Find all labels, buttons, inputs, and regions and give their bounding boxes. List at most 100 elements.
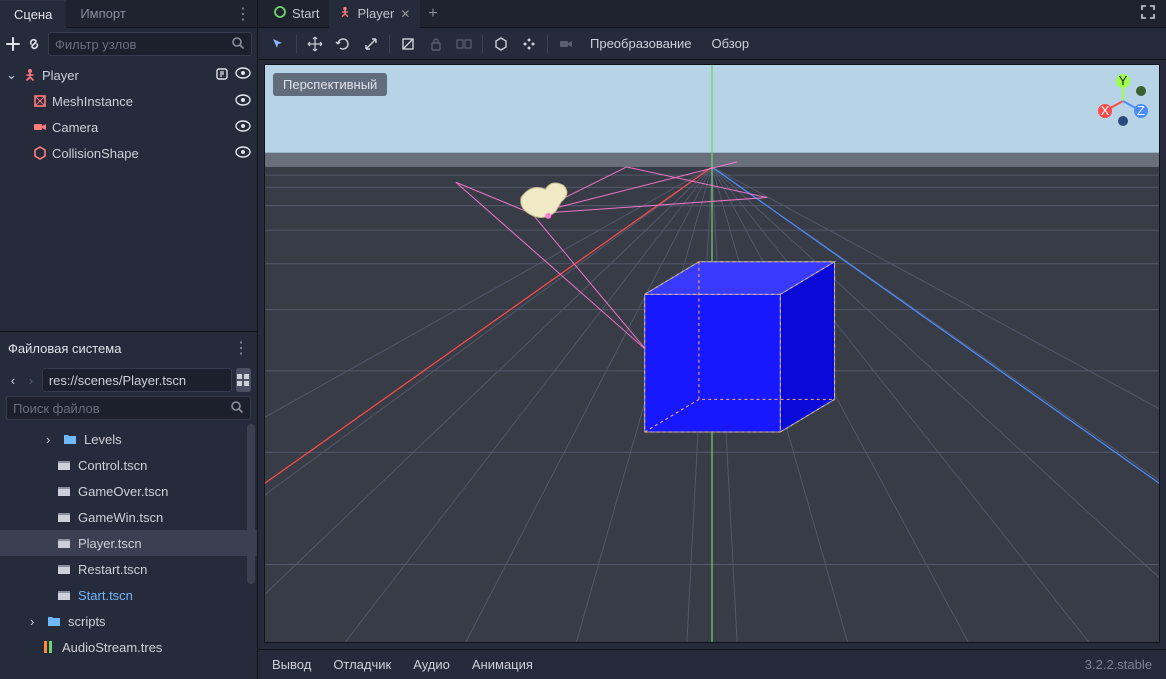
viewport-3d[interactable]: Перспективный X Y Z — [264, 64, 1160, 643]
kinematicbody-icon — [339, 6, 351, 21]
version-label: 3.2.2.stable — [1085, 657, 1152, 672]
lock-button[interactable] — [422, 32, 450, 56]
svg-text:X: X — [1101, 103, 1110, 118]
scene-tabs-bar: Start Player ✕ + — [258, 0, 1166, 28]
rotate-tool-button[interactable] — [329, 32, 357, 56]
node-circle-icon — [274, 6, 286, 21]
filesystem-panel: Файловая система ⋮ ‹ › — [0, 332, 257, 679]
fs-item-label: AudioStream.tres — [62, 640, 251, 655]
fs-item-label: Start.tscn — [78, 588, 251, 603]
local-space-button[interactable] — [394, 32, 422, 56]
scene-filter-input[interactable] — [55, 37, 231, 52]
fs-file-row[interactable]: Start.tscn — [0, 582, 257, 608]
view-menu-button[interactable]: Обзор — [702, 36, 760, 51]
search-icon — [231, 36, 245, 53]
perspective-badge[interactable]: Перспективный — [273, 73, 387, 96]
transform-menu-button[interactable]: Преобразование — [580, 36, 702, 51]
player-cube — [645, 262, 835, 432]
tab-scene[interactable]: Сцена — [0, 0, 66, 28]
bottom-tab-output[interactable]: Вывод — [272, 657, 311, 672]
scene-tab[interactable]: Start — [264, 0, 329, 28]
scene-tree: ⌄ Player — [0, 60, 257, 331]
tab-import[interactable]: Импорт — [66, 0, 139, 28]
filesystem-header: Файловая система ⋮ — [0, 332, 257, 364]
scene-file-icon — [56, 483, 72, 499]
fs-item-label: Levels — [84, 432, 251, 447]
link-node-button[interactable] — [26, 33, 42, 55]
scene-file-icon — [56, 561, 72, 577]
fs-item-label: Player.tscn — [78, 536, 251, 551]
scene-file-icon — [56, 587, 72, 603]
bottom-tab-audio[interactable]: Аудио — [413, 657, 450, 672]
fs-folder-row[interactable]: › scripts — [0, 608, 257, 634]
visibility-icon[interactable] — [235, 94, 251, 109]
tree-node-label: MeshInstance — [52, 94, 231, 109]
scale-tool-button[interactable] — [357, 32, 385, 56]
snap-settings-button[interactable] — [515, 32, 543, 56]
scene-file-icon — [56, 535, 72, 551]
fs-file-row[interactable]: AudioStream.tres — [0, 634, 257, 660]
fs-file-row[interactable]: Restart.tscn — [0, 556, 257, 582]
close-tab-icon[interactable]: ✕ — [400, 7, 410, 21]
scene-file-icon — [56, 457, 72, 473]
script-icon[interactable] — [215, 67, 229, 84]
fs-item-label: Control.tscn — [78, 458, 251, 473]
tree-node-label: Camera — [52, 120, 231, 135]
tree-node-root[interactable]: ⌄ Player — [0, 62, 257, 88]
fs-folder-row[interactable]: › Levels — [0, 426, 257, 452]
axis-gizmo[interactable]: X Y Z — [1095, 73, 1151, 129]
viewport-wrap: Перспективный X Y Z — [258, 60, 1166, 649]
bottom-panel-bar: Вывод Отладчик Аудио Анимация 3.2.2.stab… — [258, 649, 1166, 679]
tree-node[interactable]: Camera — [0, 114, 257, 140]
scene-panel: Сцена Импорт ⋮ — [0, 0, 257, 332]
forward-button[interactable]: › — [24, 369, 38, 391]
filesystem-path-input[interactable] — [42, 368, 232, 392]
select-tool-button[interactable] — [264, 32, 292, 56]
fs-item-label: GameWin.tscn — [78, 510, 251, 525]
scene-tab-label: Start — [292, 6, 319, 21]
scene-filter-input-wrap — [48, 32, 252, 56]
camera-preview-button[interactable] — [552, 32, 580, 56]
svg-text:Z: Z — [1137, 103, 1145, 118]
bottom-tab-animation[interactable]: Анимация — [472, 657, 533, 672]
tree-node[interactable]: MeshInstance — [0, 88, 257, 114]
fs-file-row[interactable]: GameWin.tscn — [0, 504, 257, 530]
scene-tab[interactable]: Player ✕ — [329, 0, 420, 28]
group-button[interactable] — [450, 32, 478, 56]
add-scene-tab-button[interactable]: + — [420, 5, 445, 23]
fs-file-row[interactable]: GameOver.tscn — [0, 478, 257, 504]
chevron-right-icon[interactable]: › — [46, 432, 56, 447]
scene-panel-tabs: Сцена Импорт ⋮ — [0, 0, 257, 28]
fs-file-row[interactable]: Control.tscn — [0, 452, 257, 478]
filesystem-tree: › Levels Control.tscn GameOver.tscn — [0, 424, 257, 679]
fs-item-label: scripts — [68, 614, 251, 629]
camera-icon — [32, 119, 48, 135]
scene-render — [265, 65, 1159, 642]
chevron-right-icon[interactable]: › — [30, 614, 40, 629]
toggle-view-button[interactable] — [236, 368, 251, 392]
back-button[interactable]: ‹ — [6, 369, 20, 391]
viewport-toolbar: Преобразование Обзор — [258, 28, 1166, 60]
fs-item-label: Restart.tscn — [78, 562, 251, 577]
visibility-icon[interactable] — [235, 67, 251, 84]
kinematicbody-icon — [22, 67, 38, 83]
filesystem-title: Файловая система — [8, 341, 121, 356]
fs-file-row[interactable]: Player.tscn — [0, 530, 257, 556]
snap-button[interactable] — [487, 32, 515, 56]
move-tool-button[interactable] — [301, 32, 329, 56]
filesystem-menu-icon[interactable]: ⋮ — [233, 338, 249, 358]
filesystem-scrollbar[interactable] — [247, 424, 255, 679]
visibility-icon[interactable] — [235, 146, 251, 161]
filesystem-search-input[interactable] — [13, 401, 230, 416]
fs-item-label: GameOver.tscn — [78, 484, 251, 499]
add-node-button[interactable] — [6, 33, 20, 55]
tree-node[interactable]: CollisionShape — [0, 140, 257, 166]
svg-text:Y: Y — [1119, 73, 1128, 88]
distraction-free-icon[interactable] — [1136, 4, 1160, 23]
resource-file-icon — [40, 639, 56, 655]
bottom-tab-debugger[interactable]: Отладчик — [333, 657, 391, 672]
scene-toolbar — [0, 28, 257, 60]
visibility-icon[interactable] — [235, 120, 251, 135]
scene-panel-menu-icon[interactable]: ⋮ — [235, 4, 251, 24]
collapse-icon[interactable]: ⌄ — [6, 67, 18, 83]
